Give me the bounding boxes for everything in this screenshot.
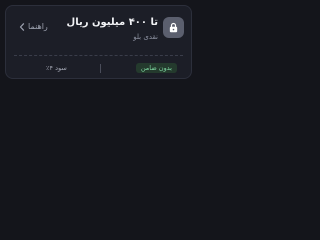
guide-label: راهنما — [28, 22, 48, 31]
chevron-left-icon — [19, 23, 25, 31]
lock-icon — [163, 17, 184, 38]
loan-product-name: نقدی بلو — [133, 33, 158, 41]
card-header: تا ۴۰۰ میلیون ریال نقدی بلو راهنما — [6, 6, 191, 50]
no-guarantor-badge: بدون ضامن — [135, 63, 177, 73]
dashed-divider — [14, 55, 183, 56]
card-footer: بدون ضامن سود ۴٪ — [6, 60, 191, 76]
guide-link[interactable]: راهنما — [19, 22, 48, 32]
vertical-separator — [100, 64, 101, 73]
page: تا ۴۰۰ میلیون ریال نقدی بلو راهنما بدون … — [0, 0, 200, 200]
loan-offer-card[interactable]: تا ۴۰۰ میلیون ریال نقدی بلو راهنما بدون … — [5, 5, 192, 79]
profit-rate-text: سود ۴٪ — [46, 64, 67, 72]
loan-amount-title: تا ۴۰۰ میلیون ریال — [66, 17, 158, 28]
